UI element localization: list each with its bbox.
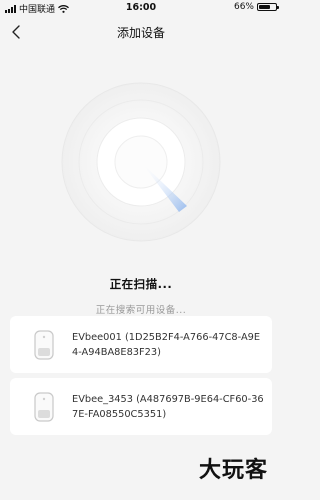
status-right: 66% [233, 2, 279, 12]
battery-icon [257, 3, 279, 11]
charger-icon [24, 316, 64, 373]
watermark: 大玩客 [198, 458, 268, 483]
charger-icon [24, 378, 64, 435]
device-card[interactable]: EVbee_3453 (A487697B-9E64-CF60-367E-FA08… [10, 378, 272, 435]
page-title: 添加设备 [116, 26, 165, 40]
device-name: EVbee001 (1D25B2F4-A766-47C8-A9E4-A94BA8… [72, 331, 261, 358]
nav-bar: 添加设备 [0, 16, 282, 48]
battery-percent: 66% [233, 2, 254, 12]
radar-scanner [61, 82, 221, 242]
scan-subtitle: 正在搜索可用设备... [95, 305, 187, 316]
device-card[interactable]: EVbee001 (1D25B2F4-A766-47C8-A9E4-A94BA8… [10, 316, 272, 373]
status-bar: 中国联通 16:00 66% [0, 0, 282, 16]
battery-fill [259, 5, 270, 9]
radar-graphic [61, 82, 221, 242]
device-name: EVbee_3453 (A487697B-9E64-CF60-367E-FA08… [72, 393, 264, 420]
scan-title: 正在扫描... [109, 277, 173, 291]
